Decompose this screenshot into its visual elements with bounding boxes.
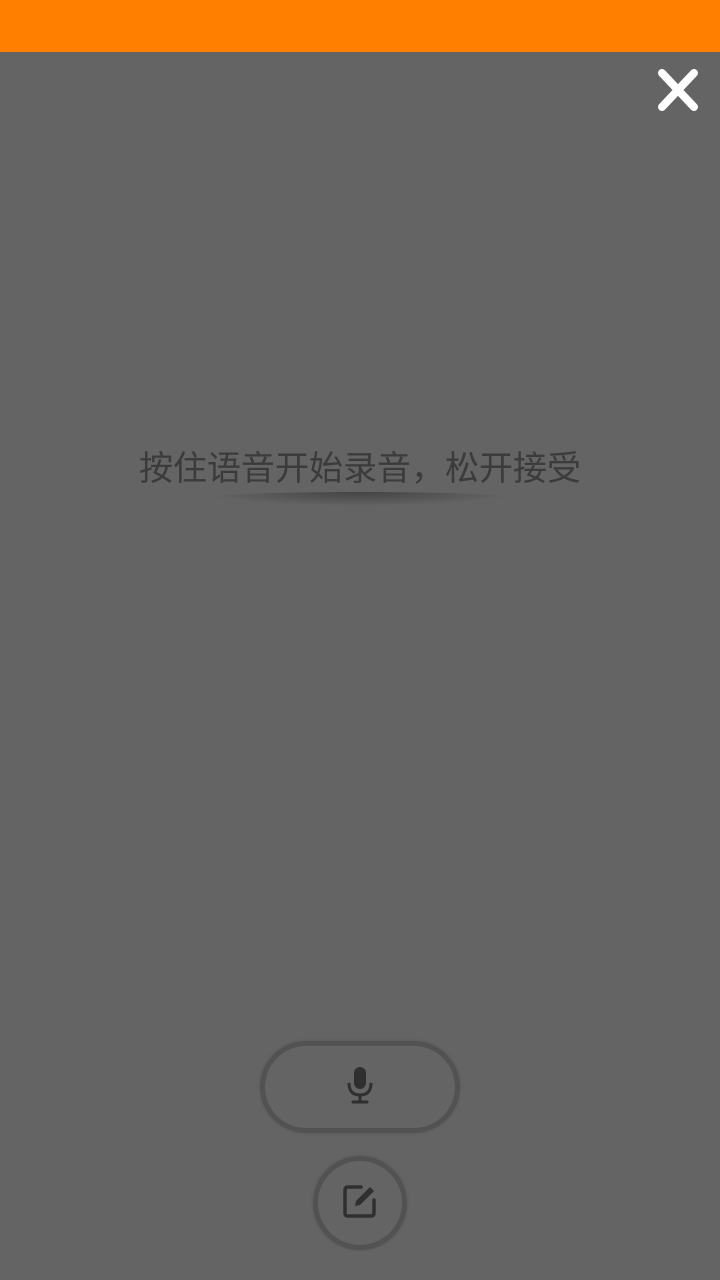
record-voice-button[interactable]: [260, 1041, 460, 1133]
status-bar: [0, 0, 720, 52]
voice-hint-text: 按住语音开始录音，松开接受: [139, 449, 581, 489]
voice-input-screen: 按住语音开始录音，松开接受: [0, 0, 720, 1280]
voice-hint: 按住语音开始录音，松开接受: [0, 440, 720, 506]
edit-icon: [341, 1182, 379, 1224]
close-icon: [656, 65, 700, 119]
close-button[interactable]: [650, 64, 706, 120]
microphone-icon: [346, 1066, 374, 1108]
switch-to-text-button[interactable]: [313, 1156, 407, 1250]
